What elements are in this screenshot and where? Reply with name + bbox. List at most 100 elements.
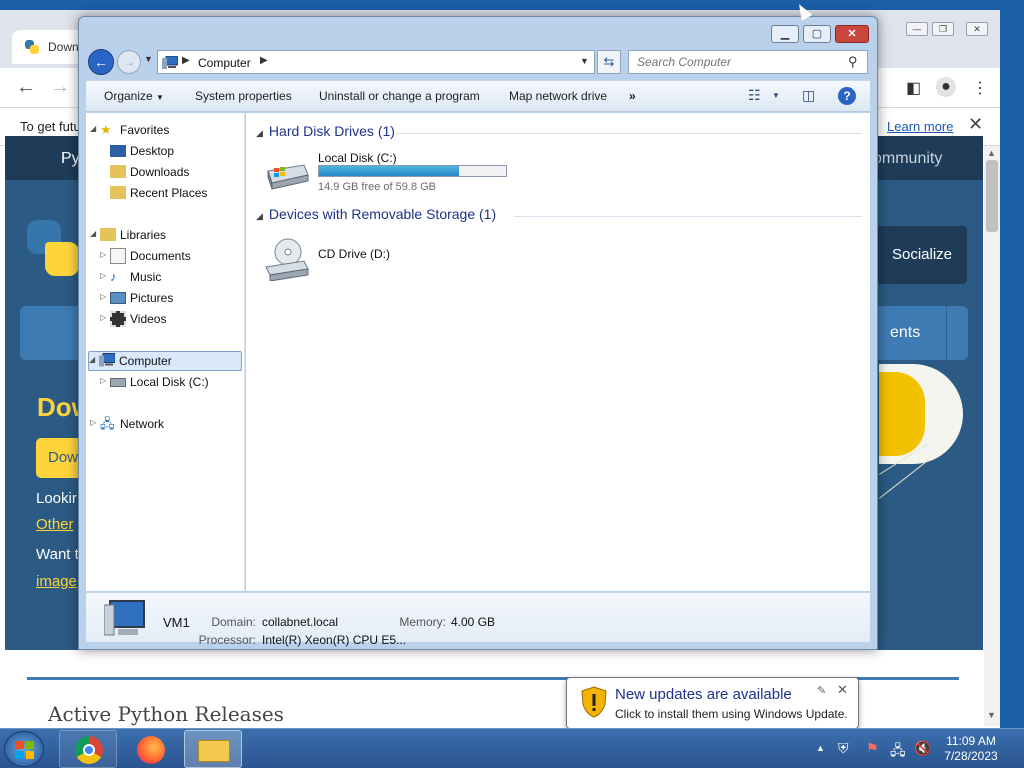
browser-minimize-button[interactable]: — (906, 22, 928, 36)
network-tray-icon[interactable]: 🖧 (890, 740, 906, 764)
learn-more-link[interactable]: Learn more (887, 119, 953, 134)
tree-videos[interactable]: ▷ Videos (100, 310, 240, 330)
notification-text[interactable]: Click to install them using Windows Upda… (615, 707, 848, 721)
volume-muted-icon[interactable]: 🔇 (914, 740, 931, 757)
taskbar-explorer[interactable] (184, 730, 242, 768)
tree-favorites[interactable]: ◢ ★ Favorites (90, 121, 240, 141)
taskbar-chrome[interactable] (59, 730, 117, 768)
notification-close-icon[interactable]: ✕ (837, 682, 848, 698)
clock[interactable]: 11:09 AM 7/28/2023 (930, 734, 1012, 764)
address-text[interactable]: Computer (198, 56, 251, 70)
minimize-button[interactable]: ▁ (771, 25, 799, 43)
tree-downloads[interactable]: Downloads (100, 163, 240, 183)
socialize-button[interactable]: Socialize (877, 226, 967, 284)
view-dropdown-icon[interactable]: ▼ (772, 91, 780, 100)
tree-pictures[interactable]: ▷ Pictures (100, 289, 240, 309)
libraries-icon (100, 228, 116, 241)
clock-date: 7/28/2023 (944, 749, 998, 763)
forward-button[interactable]: → (117, 50, 141, 74)
processor-label: Processor: (198, 633, 256, 647)
update-notification[interactable]: New updates are available Click to insta… (566, 677, 859, 729)
videos-icon (110, 311, 126, 327)
map-network-drive-button[interactable]: Map network drive (509, 89, 607, 103)
videos-label: Videos (130, 312, 167, 326)
recent-places-label: Recent Places (130, 186, 208, 200)
banner-close-icon[interactable]: ✕ (968, 114, 983, 135)
tree-music[interactable]: ▷ ♪ Music (100, 268, 240, 288)
taskbar-firefox[interactable] (121, 730, 179, 768)
collapse-arrow-icon[interactable]: ◢ (89, 355, 95, 364)
tree-computer[interactable]: ◢ Computer (88, 351, 242, 371)
want-text: Want t (36, 546, 79, 563)
drive-c-usage-fill (319, 166, 460, 176)
expand-arrow-icon[interactable]: ▷ (100, 250, 106, 259)
image-link[interactable]: image (36, 573, 77, 590)
help-icon[interactable]: ? (838, 87, 856, 105)
search-box[interactable]: ⚲ (628, 50, 868, 74)
action-center-icon[interactable]: ⚑ (866, 740, 879, 757)
notification-title[interactable]: New updates are available (615, 686, 792, 703)
browser-scrollbar[interactable]: ▲ ▼ (984, 146, 1000, 726)
expand-arrow-icon[interactable]: ▷ (100, 313, 106, 322)
python-logo[interactable] (27, 220, 83, 278)
breadcrumb-arrow-icon[interactable]: ▶ (182, 55, 190, 66)
computer-label: Computer (119, 354, 172, 368)
site-nav-python[interactable]: Py (61, 150, 80, 168)
close-button[interactable]: ✕ (835, 25, 869, 43)
show-hidden-icons-icon[interactable]: ▲ (816, 743, 825, 753)
expand-arrow-icon[interactable]: ▷ (100, 376, 106, 385)
tree-documents[interactable]: ▷ Documents (100, 247, 240, 267)
tree-network[interactable]: ▷ 🖧 Network (90, 415, 240, 435)
group-divider (514, 216, 862, 217)
recent-pages-chevron-icon[interactable]: ▼ (144, 54, 153, 64)
network-label: Network (120, 417, 165, 431)
collapse-arrow-icon[interactable]: ◢ (90, 124, 96, 133)
windows-update-tray-icon[interactable]: ⛨ (838, 740, 849, 757)
address-dropdown-icon[interactable]: ▼ (580, 56, 589, 66)
removable-group-header[interactable]: ◢ Devices with Removable Storage (1) (256, 206, 496, 222)
back-button[interactable]: ← (88, 49, 114, 75)
maximize-button[interactable]: ▢ (803, 25, 831, 43)
tree-recent-places[interactable]: Recent Places (100, 184, 240, 204)
hard-disk-group-header[interactable]: ◢ Hard Disk Drives (1) (256, 123, 395, 139)
browser-forward-icon[interactable]: → (50, 76, 70, 99)
other-link[interactable]: Other (36, 516, 74, 533)
system-properties-button[interactable]: System properties (195, 89, 292, 103)
content-pane: ◢ Hard Disk Drives (1) Local Disk (C:) 14… (246, 113, 870, 591)
events-menu[interactable]: ents (890, 324, 920, 342)
tree-desktop[interactable]: Desktop (100, 142, 240, 162)
refresh-button[interactable]: ⇆ (597, 50, 621, 74)
profile-icon[interactable]: ● (936, 77, 956, 97)
search-input[interactable] (635, 54, 835, 70)
scrollbar-thumb[interactable] (986, 160, 998, 232)
side-panel-icon[interactable]: ◧ (906, 78, 921, 98)
expand-arrow-icon[interactable]: ▷ (100, 271, 106, 280)
preview-pane-icon[interactable]: ◫ (802, 87, 815, 104)
scroll-down-icon[interactable]: ▼ (987, 710, 996, 720)
clock-time: 11:09 AM (946, 734, 996, 748)
tree-libraries[interactable]: ◢ Libraries (90, 226, 240, 246)
pin-icon[interactable]: ✎ (817, 684, 826, 697)
browser-close-button[interactable]: ✕ (966, 22, 988, 36)
collapse-arrow-icon[interactable]: ◢ (90, 229, 96, 238)
start-button[interactable] (4, 731, 44, 767)
drive-d-item[interactable]: CD Drive (D:) (260, 235, 460, 283)
computer-icon (104, 600, 145, 636)
expand-arrow-icon[interactable]: ▷ (90, 418, 96, 427)
browser-restore-button[interactable]: ❐ (932, 22, 954, 36)
breadcrumb-arrow-icon[interactable]: ▶ (260, 55, 268, 66)
expand-arrow-icon[interactable]: ▷ (100, 292, 106, 301)
domain-value: collabnet.local (262, 615, 339, 629)
looking-text: Lookir (36, 490, 77, 507)
browser-back-icon[interactable]: ← (16, 76, 36, 99)
site-nav-community[interactable]: ommunity (873, 150, 942, 168)
scroll-up-icon[interactable]: ▲ (987, 148, 996, 158)
more-commands-button[interactable]: » (629, 89, 636, 103)
search-icon[interactable]: ⚲ (848, 54, 858, 70)
view-options-icon[interactable]: ☷ (748, 87, 761, 104)
browser-menu-icon[interactable]: ⋮ (972, 78, 988, 98)
address-bar[interactable]: ▶ Computer ▶ ▼ (157, 50, 595, 74)
tree-local-disk[interactable]: ▷ Local Disk (C:) (100, 373, 240, 393)
uninstall-program-button[interactable]: Uninstall or change a program (319, 89, 480, 103)
organize-menu[interactable]: Organize ▼ (104, 89, 164, 103)
